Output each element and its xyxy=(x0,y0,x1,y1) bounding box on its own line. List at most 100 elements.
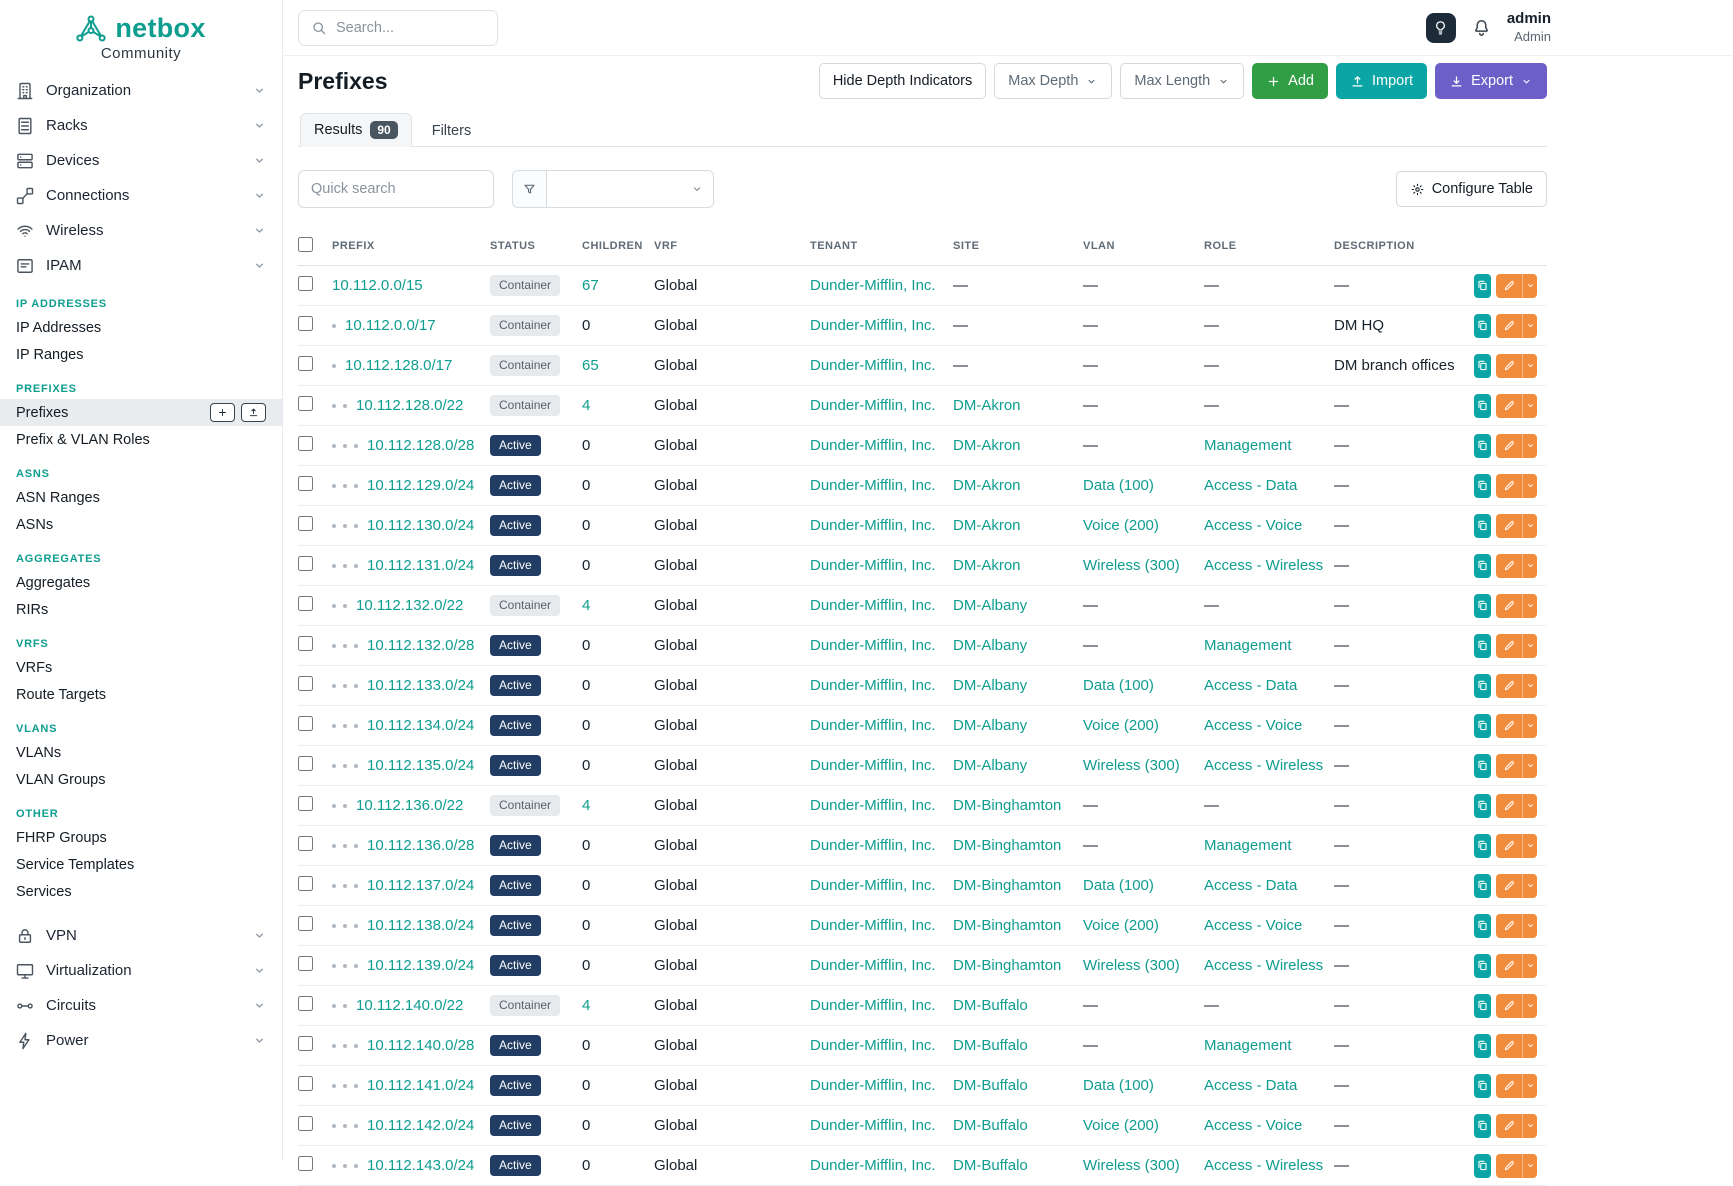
role-link[interactable]: Management xyxy=(1204,637,1292,654)
prefix-link[interactable]: 10.112.140.0/28 xyxy=(367,1037,474,1054)
edit-button[interactable] xyxy=(1496,754,1522,778)
tenant-link[interactable]: Dunder-Mifflin, Inc. xyxy=(810,717,936,734)
copy-button[interactable] xyxy=(1474,434,1491,458)
sidebar-item-power[interactable]: Power xyxy=(0,1023,282,1058)
site-link[interactable]: DM-Akron xyxy=(953,517,1021,534)
edit-dropdown-button[interactable] xyxy=(1522,274,1537,298)
filter-button[interactable] xyxy=(512,170,546,208)
tab-filters[interactable]: Filters xyxy=(418,115,485,147)
copy-button[interactable] xyxy=(1474,834,1491,858)
copy-button[interactable] xyxy=(1474,874,1491,898)
prefix-link[interactable]: 10.112.130.0/24 xyxy=(367,517,474,534)
row-checkbox[interactable] xyxy=(298,476,313,491)
edit-button[interactable] xyxy=(1496,314,1522,338)
edit-dropdown-button[interactable] xyxy=(1522,1114,1537,1138)
site-link[interactable]: DM-Albany xyxy=(953,717,1027,734)
copy-button[interactable] xyxy=(1474,474,1491,498)
quick-search-input[interactable] xyxy=(298,170,494,208)
col-header-children[interactable]: CHILDREN xyxy=(582,231,654,266)
col-header-tenant[interactable]: TENANT xyxy=(810,231,953,266)
edit-dropdown-button[interactable] xyxy=(1522,394,1537,418)
import-button[interactable]: Import xyxy=(1336,63,1427,99)
sidebar-item-vlan-groups[interactable]: VLAN Groups xyxy=(0,766,282,793)
edit-dropdown-button[interactable] xyxy=(1522,674,1537,698)
row-checkbox[interactable] xyxy=(298,636,313,651)
edit-button[interactable] xyxy=(1496,714,1522,738)
tenant-link[interactable]: Dunder-Mifflin, Inc. xyxy=(810,557,936,574)
copy-button[interactable] xyxy=(1474,1154,1491,1178)
row-checkbox[interactable] xyxy=(298,1156,313,1171)
role-link[interactable]: Access - Data xyxy=(1204,677,1297,694)
theme-toggle-button[interactable] xyxy=(1426,13,1456,43)
site-link[interactable]: DM-Binghamton xyxy=(953,877,1061,894)
role-link[interactable]: Access - Data xyxy=(1204,877,1297,894)
sidebar-item-wireless[interactable]: Wireless xyxy=(0,213,282,248)
vlan-link[interactable]: Voice (200) xyxy=(1083,517,1159,534)
vlan-link[interactable]: Wireless (300) xyxy=(1083,957,1180,974)
sidebar-item-prefix-vlan-roles[interactable]: Prefix & VLAN Roles xyxy=(0,426,282,453)
edit-button[interactable] xyxy=(1496,994,1522,1018)
site-link[interactable]: DM-Akron xyxy=(953,477,1021,494)
quick-import-prefix-button[interactable] xyxy=(241,403,266,422)
edit-dropdown-button[interactable] xyxy=(1522,1034,1537,1058)
sidebar-item-services[interactable]: Services xyxy=(0,878,282,905)
sidebar-item-ip-ranges[interactable]: IP Ranges xyxy=(0,341,282,368)
edit-button[interactable] xyxy=(1496,1034,1522,1058)
tenant-link[interactable]: Dunder-Mifflin, Inc. xyxy=(810,677,936,694)
vlan-link[interactable]: Wireless (300) xyxy=(1083,557,1180,574)
tenant-link[interactable]: Dunder-Mifflin, Inc. xyxy=(810,597,936,614)
edit-button[interactable] xyxy=(1496,394,1522,418)
prefix-link[interactable]: 10.112.136.0/22 xyxy=(356,797,463,814)
prefix-link[interactable]: 10.112.143.0/24 xyxy=(367,1157,474,1174)
prefix-link[interactable]: 10.112.0.0/17 xyxy=(345,317,436,334)
prefix-link[interactable]: 10.112.129.0/24 xyxy=(367,477,474,494)
copy-button[interactable] xyxy=(1474,594,1491,618)
copy-button[interactable] xyxy=(1474,394,1491,418)
configure-table-button[interactable]: Configure Table xyxy=(1396,171,1547,207)
role-link[interactable]: Access - Wireless xyxy=(1204,957,1323,974)
edit-button[interactable] xyxy=(1496,1074,1522,1098)
sidebar-item-asns[interactable]: ASNs xyxy=(0,511,282,538)
tenant-link[interactable]: Dunder-Mifflin, Inc. xyxy=(810,757,936,774)
tenant-link[interactable]: Dunder-Mifflin, Inc. xyxy=(810,517,936,534)
row-checkbox[interactable] xyxy=(298,876,313,891)
sidebar-item-ip-addresses[interactable]: IP Addresses xyxy=(0,314,282,341)
edit-button[interactable] xyxy=(1496,1154,1522,1178)
tenant-link[interactable]: Dunder-Mifflin, Inc. xyxy=(810,317,936,334)
edit-dropdown-button[interactable] xyxy=(1522,314,1537,338)
edit-button[interactable] xyxy=(1496,474,1522,498)
sidebar-item-rirs[interactable]: RIRs xyxy=(0,596,282,623)
sidebar-item-organization[interactable]: Organization xyxy=(0,73,282,108)
copy-button[interactable] xyxy=(1474,674,1491,698)
edit-dropdown-button[interactable] xyxy=(1522,754,1537,778)
row-checkbox[interactable] xyxy=(298,1076,313,1091)
copy-button[interactable] xyxy=(1474,994,1491,1018)
row-checkbox[interactable] xyxy=(298,316,313,331)
sidebar-item-aggregates[interactable]: Aggregates xyxy=(0,569,282,596)
edit-dropdown-button[interactable] xyxy=(1522,914,1537,938)
edit-button[interactable] xyxy=(1496,634,1522,658)
hide-depth-indicators-button[interactable]: Hide Depth Indicators xyxy=(819,63,986,99)
copy-button[interactable] xyxy=(1474,554,1491,578)
edit-button[interactable] xyxy=(1496,914,1522,938)
role-link[interactable]: Access - Voice xyxy=(1204,917,1302,934)
sidebar-item-service-templates[interactable]: Service Templates xyxy=(0,851,282,878)
global-search-input[interactable] xyxy=(336,20,485,36)
role-link[interactable]: Access - Data xyxy=(1204,1077,1297,1094)
site-link[interactable]: DM-Buffalo xyxy=(953,997,1028,1014)
sidebar-item-devices[interactable]: Devices xyxy=(0,143,282,178)
prefix-link[interactable]: 10.112.133.0/24 xyxy=(367,677,474,694)
site-link[interactable]: DM-Albany xyxy=(953,677,1027,694)
tenant-link[interactable]: Dunder-Mifflin, Inc. xyxy=(810,877,936,894)
children-link[interactable]: 67 xyxy=(582,277,599,294)
vlan-link[interactable]: Data (100) xyxy=(1083,477,1154,494)
role-link[interactable]: Access - Voice xyxy=(1204,1117,1302,1134)
edit-dropdown-button[interactable] xyxy=(1522,554,1537,578)
edit-button[interactable] xyxy=(1496,434,1522,458)
role-link[interactable]: Access - Wireless xyxy=(1204,557,1323,574)
site-link[interactable]: DM-Buffalo xyxy=(953,1117,1028,1134)
copy-button[interactable] xyxy=(1474,1114,1491,1138)
edit-dropdown-button[interactable] xyxy=(1522,514,1537,538)
row-checkbox[interactable] xyxy=(298,756,313,771)
prefix-link[interactable]: 10.112.134.0/24 xyxy=(367,717,474,734)
